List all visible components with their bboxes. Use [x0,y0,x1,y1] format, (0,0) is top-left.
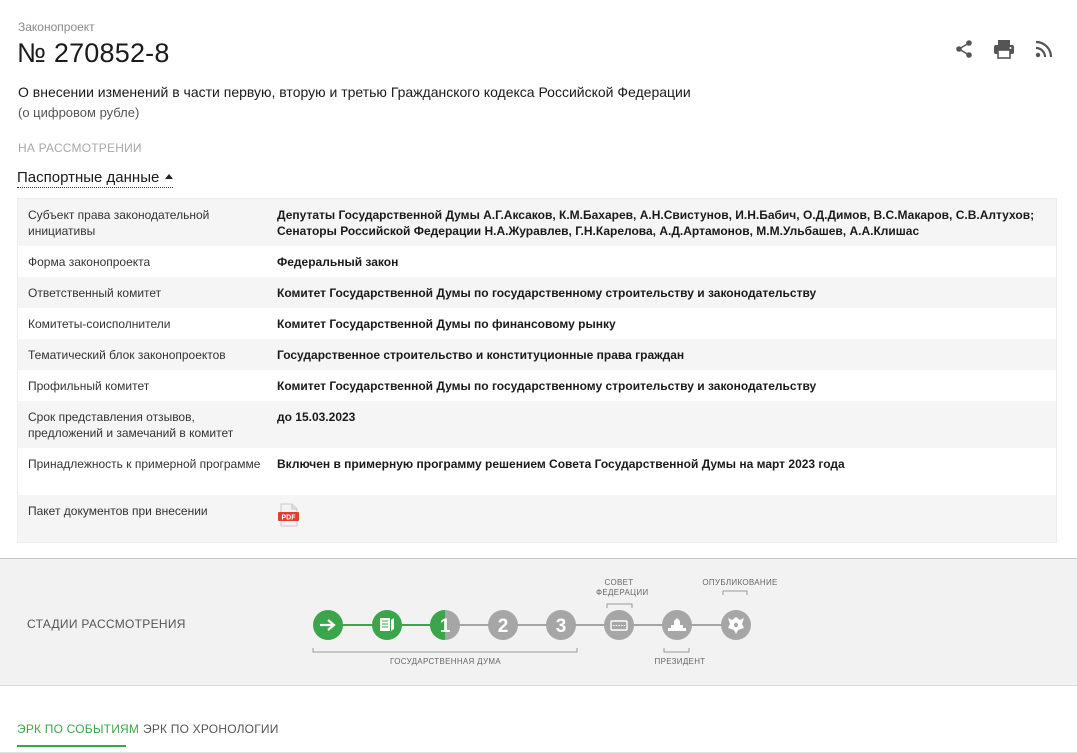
bill-subtitle: (о цифровом рубле) [18,105,140,120]
passport-row: Пакет документов при внесении PDF [18,495,1056,542]
pdf-icon-label: PDF [282,515,297,522]
print-icon[interactable] [993,38,1015,60]
passport-value: Комитет Государственной Думы по финансов… [277,317,616,331]
passport-data-toggle[interactable]: Паспортные данные [17,169,174,188]
stage-preliminary-icon[interactable] [372,610,402,640]
passport-row: Комитеты-соисполнители Комитет Государст… [18,308,1056,339]
stage-publication-icon[interactable] [721,610,751,640]
passport-table: Субъект права законодательной инициативы… [17,198,1057,543]
passport-key: Субъект права законодательной инициативы [28,208,210,238]
passport-key: Тематический блок законопроектов [28,348,226,362]
pdf-icon[interactable]: PDF [277,503,301,531]
stage-reading-2-number: 2 [498,616,509,637]
passport-value: Депутаты Государственной Думы А.Г.Аксако… [277,208,1035,238]
tab-events[interactable]: ЭРК ПО СОБЫТИЯМ [17,722,139,736]
tab-chronology[interactable]: ЭРК ПО ХРОНОЛОГИИ [143,722,279,736]
active-tab-indicator [17,745,126,747]
bill-number: № 270852-8 [17,38,170,68]
document-kind-label: Законопроект [18,20,95,34]
passport-value: Федеральный закон [277,255,399,269]
stages-panel: СТАДИИ РАССМОТРЕНИЯ СОВЕТ ФЕДЕРАЦИИ ОПУБ… [0,559,1077,686]
stage-reading-1-number: 1 [440,616,451,637]
passport-key: Комитеты-соисполнители [28,317,171,331]
passport-key: Форма законопроекта [28,255,151,269]
passport-key: Пакет документов при внесении [28,504,208,518]
passport-key: Профильный комитет [28,379,150,393]
passport-value: до 15.03.2023 [277,410,356,424]
status-badge: НА РАССМОТРЕНИИ [18,141,142,155]
passport-row: Профильный комитет Комитет Государственн… [18,370,1056,401]
rss-icon[interactable] [1033,38,1055,60]
stage-reading-1-icon[interactable]: 1 [430,610,460,640]
stage-president-icon[interactable] [662,610,692,640]
passport-row: Тематический блок законопроектов Государ… [18,339,1056,370]
passport-key: Ответственный комитет [28,286,162,300]
passport-value: Комитет Государственной Думы по государс… [277,286,817,300]
passport-row: Ответственный комитет Комитет Государств… [18,277,1056,308]
bill-title: О внесении изменений в части первую, вто… [18,84,691,100]
stage-reading-3-number: 3 [556,616,567,637]
stages-timeline: 1 2 3 [312,590,751,653]
passport-key: Принадлежность к примерной программе [28,457,261,471]
toolbar-icons [953,38,1055,60]
passport-row: Срок представления отзывов, предложений … [18,401,1056,448]
passport-row: Форма законопроекта Федеральный закон [18,246,1056,277]
erk-tabs: ЭРК ПО СОБЫТИЯМ ЭРК ПО ХРОНОЛОГИИ [0,706,1077,753]
passport-value: Государственное строительство и конститу… [277,348,685,362]
stage-federation-council-icon[interactable] [604,610,634,640]
passport-row: Принадлежность к примерной программе Вкл… [18,448,1056,495]
passport-row: Субъект права законодательной инициативы… [18,199,1056,246]
passport-value: Комитет Государственной Думы по государс… [277,379,817,393]
passport-toggle-label: Паспортные данные [17,169,160,186]
passport-value: Включен в примерную программу решением С… [277,457,845,471]
stage-reading-3-icon[interactable]: 3 [546,610,576,640]
stage-introduction-icon[interactable] [313,610,343,640]
share-icon[interactable] [953,38,975,60]
passport-key: Срок представления отзывов, предложений … [28,410,234,440]
caret-up-icon [165,173,174,179]
stage-reading-2-icon[interactable]: 2 [488,610,518,640]
passport-value: PDF [277,495,1056,542]
